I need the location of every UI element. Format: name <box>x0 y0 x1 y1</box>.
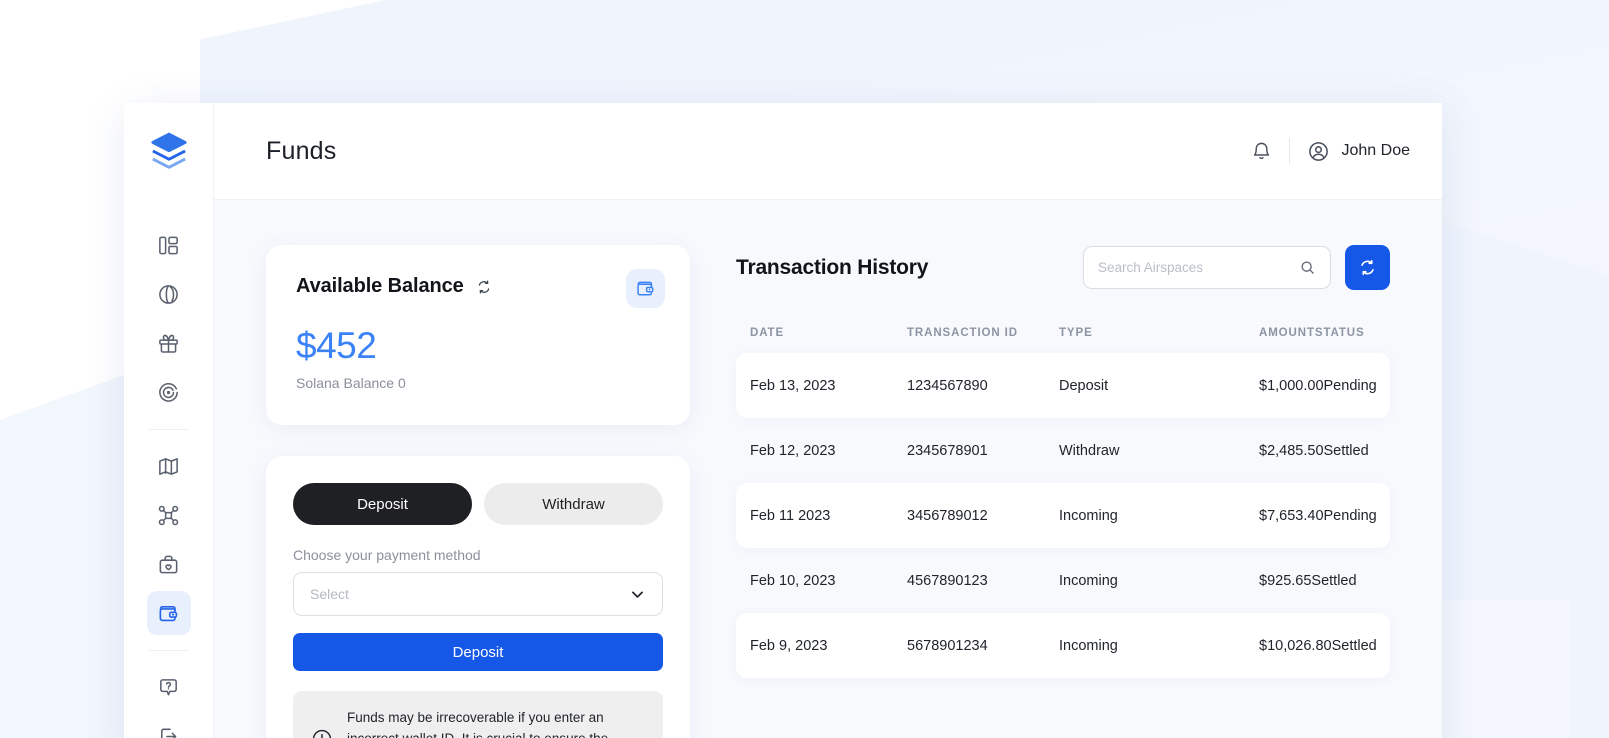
payment-method-value: Select <box>310 586 629 602</box>
transaction-amount: $7,653.40 <box>1259 508 1324 524</box>
deposit-submit-button[interactable]: Deposit <box>293 633 663 671</box>
sidebar-group-primary <box>124 223 213 419</box>
refresh-icon[interactable] <box>475 278 493 296</box>
sidebar-item-radar[interactable] <box>147 370 191 414</box>
sidebar-group-secondary <box>124 444 213 640</box>
sidebar <box>124 103 214 738</box>
user-menu[interactable]: John Doe <box>1307 140 1411 163</box>
transaction-status: Pending <box>1324 508 1442 524</box>
search-box[interactable] <box>1083 246 1331 289</box>
balance-amount: $452 <box>296 327 660 364</box>
sidebar-item-globe[interactable] <box>147 272 191 316</box>
sidebar-item-logout[interactable] <box>147 714 191 738</box>
refresh-transactions-button[interactable] <box>1345 245 1390 290</box>
transaction-history-header: Transaction History <box>736 245 1390 290</box>
column-header-date: DATE <box>750 327 907 339</box>
sidebar-item-help[interactable] <box>147 665 191 709</box>
user-name: John Doe <box>1342 142 1411 160</box>
transaction-type: Withdraw <box>1059 443 1259 459</box>
transaction-id: 2345678901 <box>907 443 1059 459</box>
column-header-transaction-id: TRANSACTION ID <box>907 327 1059 339</box>
tab-deposit[interactable]: Deposit <box>293 483 472 525</box>
top-bar: Funds <box>214 103 1442 200</box>
table-row[interactable]: Feb 13, 20231234567890Deposit$1,000.00Pe… <box>736 353 1390 418</box>
transaction-amount: $925.65 <box>1259 573 1311 589</box>
transaction-id: 4567890123 <box>907 573 1059 589</box>
warning-text: Funds may be irrecoverable if you enter … <box>347 708 645 738</box>
divider <box>1289 138 1290 164</box>
transaction-amount: $2,485.50 <box>1259 443 1324 459</box>
transaction-id: 3456789012 <box>907 508 1059 524</box>
left-column: Available Balance <box>266 245 690 738</box>
transactions-table: DATE TRANSACTION ID TYPE AMOUNT STATUS F… <box>736 327 1390 678</box>
tab-withdraw[interactable]: Withdraw <box>484 483 663 525</box>
balance-title: Available Balance <box>296 275 464 298</box>
bell-icon[interactable] <box>1251 141 1272 162</box>
transaction-type: Incoming <box>1059 638 1259 654</box>
app-window: Funds <box>124 103 1442 738</box>
transaction-date: Feb 12, 2023 <box>750 443 907 459</box>
sidebar-item-drone[interactable] <box>147 493 191 537</box>
transaction-id: 5678901234 <box>907 638 1059 654</box>
sidebar-divider <box>149 429 189 430</box>
deposit-withdraw-card: Deposit Withdraw Choose your payment met… <box>266 456 690 738</box>
sidebar-divider <box>149 650 189 651</box>
user-circle-icon <box>1307 140 1330 163</box>
table-row[interactable]: Feb 12, 20232345678901Withdraw$2,485.50S… <box>736 418 1390 483</box>
transaction-status: Settled <box>1311 573 1441 589</box>
transaction-date: Feb 13, 2023 <box>750 378 907 394</box>
transaction-type: Incoming <box>1059 573 1259 589</box>
page-backdrop: Funds <box>0 0 1609 738</box>
column-header-type: TYPE <box>1059 327 1259 339</box>
content-area: Available Balance <box>214 200 1442 738</box>
balance-subtext: Solana Balance 0 <box>296 375 660 391</box>
chevron-down-icon <box>629 586 646 603</box>
sidebar-item-dashboard[interactable] <box>147 223 191 267</box>
transaction-date: Feb 10, 2023 <box>750 573 907 589</box>
transaction-history-panel: Transaction History <box>736 245 1390 738</box>
top-bar-actions: John Doe <box>1251 138 1411 164</box>
sidebar-item-funds[interactable] <box>147 591 191 635</box>
transaction-type: Incoming <box>1059 508 1259 524</box>
transaction-history-title: Transaction History <box>736 256 928 280</box>
column-header-status: STATUS <box>1315 327 1442 339</box>
table-header-row: DATE TRANSACTION ID TYPE AMOUNT STATUS <box>736 327 1390 353</box>
transaction-amount: $1,000.00 <box>1259 378 1324 394</box>
balance-header: Available Balance <box>296 275 660 298</box>
wallet-warning-banner: Funds may be irrecoverable if you enter … <box>293 691 663 738</box>
payment-method-label: Choose your payment method <box>293 547 663 563</box>
main-area: Funds <box>214 103 1442 738</box>
transaction-status: Settled <box>1324 443 1442 459</box>
table-row[interactable]: Feb 9, 20235678901234Incoming$10,026.80S… <box>736 613 1390 678</box>
available-balance-card: Available Balance <box>266 245 690 425</box>
sidebar-item-map[interactable] <box>147 444 191 488</box>
transaction-id: 1234567890 <box>907 378 1059 394</box>
transaction-amount: $10,026.80 <box>1259 638 1332 654</box>
deposit-withdraw-tabs: Deposit Withdraw <box>293 483 663 525</box>
sidebar-item-gift[interactable] <box>147 321 191 365</box>
transaction-type: Deposit <box>1059 378 1259 394</box>
layers-icon[interactable] <box>147 129 191 173</box>
column-header-amount: AMOUNT <box>1259 327 1315 339</box>
transaction-date: Feb 9, 2023 <box>750 638 907 654</box>
table-row[interactable]: Feb 10, 20234567890123Incoming$925.65Set… <box>736 548 1390 613</box>
table-body: Feb 13, 20231234567890Deposit$1,000.00Pe… <box>736 353 1390 678</box>
wallet-icon-button[interactable] <box>626 269 665 308</box>
alert-circle-icon <box>311 728 333 738</box>
sidebar-group-footer <box>124 665 213 738</box>
sidebar-item-portfolio[interactable] <box>147 542 191 586</box>
table-row[interactable]: Feb 11 20233456789012Incoming$7,653.40Pe… <box>736 483 1390 548</box>
transaction-date: Feb 11 2023 <box>750 508 907 524</box>
search-input[interactable] <box>1098 260 1291 275</box>
search-icon[interactable] <box>1299 259 1316 276</box>
transaction-status: Pending <box>1324 378 1442 394</box>
page-title: Funds <box>266 137 336 166</box>
transaction-status: Settled <box>1332 638 1442 654</box>
payment-method-select[interactable]: Select <box>293 572 663 616</box>
